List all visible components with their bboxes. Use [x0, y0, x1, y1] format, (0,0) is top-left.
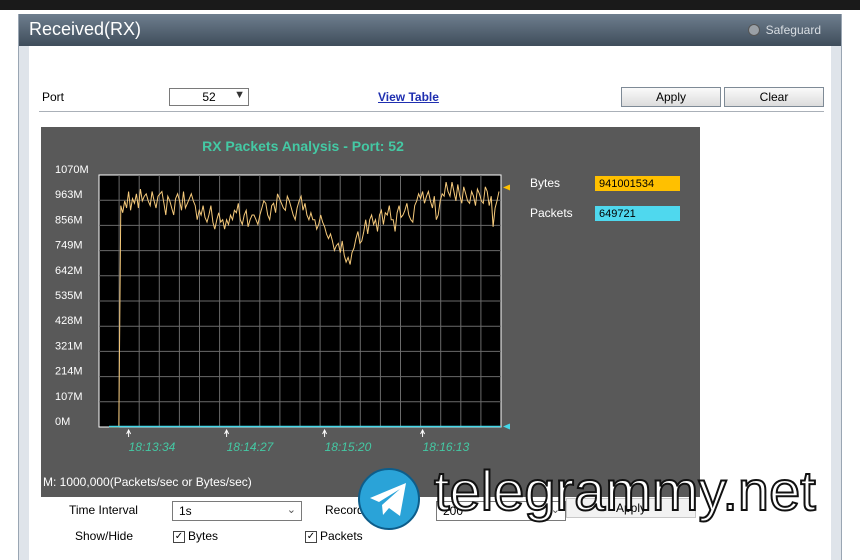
y-tick-label: 856M — [55, 214, 83, 226]
legend-value: 941001534 — [599, 178, 654, 190]
panel-title: Received(RX) — [29, 19, 142, 39]
top-dark-bar — [0, 0, 860, 10]
chart-footnote: M: 1000,000(Packets/sec or Bytes/sec) — [43, 475, 252, 489]
plot-area — [98, 174, 510, 430]
port-select[interactable]: 52 ▼ — [169, 88, 249, 106]
x-tick-label: 18:16:13 — [423, 440, 470, 454]
packets-checkbox[interactable]: ✓ — [305, 531, 317, 543]
rx-chart-svg: RX Packets Analysis - Port: 52 1070M 963M… — [43, 138, 680, 489]
chart-title: RX Packets Analysis - Port: 52 — [202, 138, 404, 154]
legend-value: 649721 — [599, 208, 636, 220]
watermark-text: telegrammy.net — [433, 458, 817, 523]
clear-button[interactable]: Clear — [724, 87, 824, 107]
telegram-logo-icon — [358, 468, 420, 530]
chevron-down-icon: ⌄ — [286, 504, 296, 516]
time-interval-select[interactable]: 1s ⌄ — [172, 501, 302, 521]
chevron-down-icon: ▼ — [234, 89, 245, 101]
time-interval-label: Time Interval — [69, 503, 138, 517]
y-tick-label: 107M — [55, 391, 83, 403]
x-axis-ticks: 18:13:34 18:14:27 18:15:20 18:16:13 — [126, 428, 470, 454]
y-tick-label: 214M — [55, 366, 83, 378]
y-tick-label: 428M — [55, 315, 83, 327]
x-tick-label: 18:15:20 — [325, 440, 372, 454]
apply-button[interactable]: Apply — [621, 87, 721, 107]
x-tick-label: 18:13:34 — [129, 440, 176, 454]
time-interval-value: 1s — [179, 504, 192, 518]
rx-chart: RX Packets Analysis - Port: 52 1070M 963M… — [41, 127, 700, 497]
chart-legend: Bytes 941001534 Packets 649721 — [530, 176, 680, 221]
y-tick-label: 1070M — [55, 164, 89, 176]
legend-label: Packets — [530, 206, 573, 220]
y-tick-label: 642M — [55, 265, 83, 277]
bytes-marker-icon — [503, 184, 510, 191]
y-tick-label: 0M — [55, 416, 70, 428]
divider — [39, 111, 824, 112]
safeguard-label: Safeguard — [765, 23, 821, 37]
y-tick-label: 963M — [55, 189, 83, 201]
y-tick-label: 535M — [55, 290, 83, 302]
bytes-checkbox[interactable]: ✓ — [173, 531, 185, 543]
x-tick-label: 18:14:27 — [227, 440, 275, 454]
safeguard-indicator: Safeguard — [747, 23, 821, 37]
left-margin — [0, 10, 18, 560]
port-select-value: 52 — [202, 90, 216, 104]
port-label: Port — [42, 90, 65, 104]
view-table-link[interactable]: View Table — [378, 90, 439, 104]
telegrammy-watermark: telegrammy.net — [356, 458, 846, 532]
panel-titlebar: Received(RX) Safeguard — [19, 14, 841, 46]
show-hide-label: Show/Hide — [75, 529, 134, 543]
legend-label: Bytes — [530, 176, 560, 190]
y-tick-label: 321M — [55, 340, 83, 352]
bytes-checkbox-label: Bytes — [188, 529, 219, 543]
y-axis-ticks: 1070M 963M 856M 749M 642M 535M 428M 321M 214M 107… — [55, 164, 89, 428]
safeguard-status-icon — [747, 24, 760, 36]
y-tick-label: 749M — [55, 240, 83, 252]
packets-marker-icon — [503, 423, 510, 430]
